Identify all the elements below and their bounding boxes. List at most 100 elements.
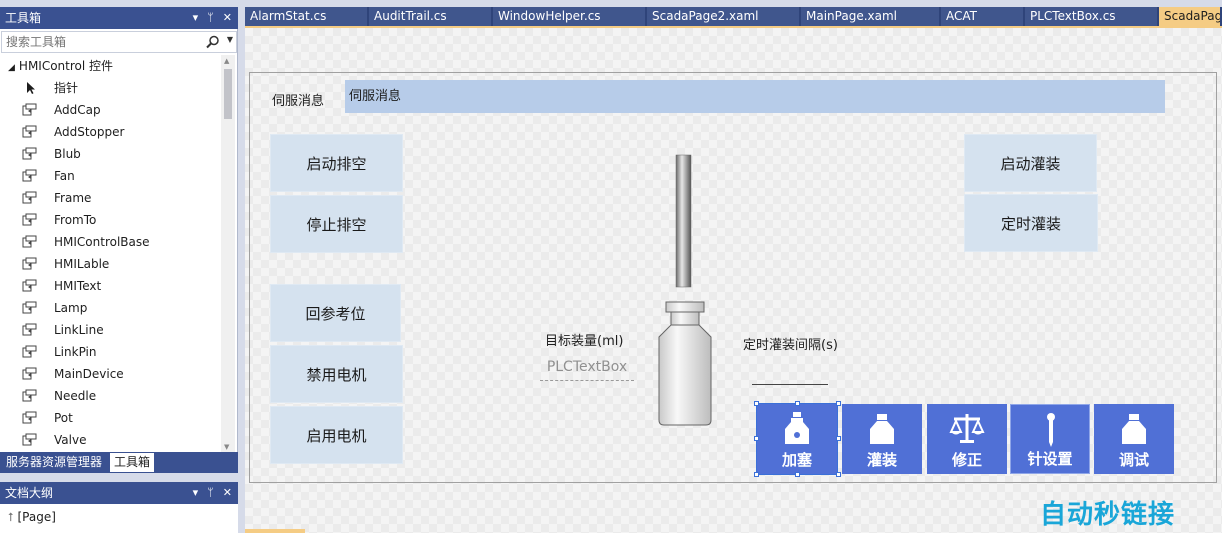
interval-input-underline[interactable]: [752, 384, 828, 385]
toolbox-title: 工具箱: [5, 11, 42, 25]
toolbox-item-label: HMILable: [54, 257, 110, 271]
toolbox-item[interactable]: Blub: [0, 143, 221, 165]
selection-handle[interactable]: [836, 472, 841, 477]
plc-textbox[interactable]: PLCTextBox: [540, 353, 634, 381]
start-exhaust-button[interactable]: 启动排空: [270, 134, 403, 192]
dropdown-icon[interactable]: ▾: [193, 7, 199, 29]
group-label: HMIControl 控件: [18, 59, 114, 73]
tab-plctextbox[interactable]: PLCTextBox.cs: [1025, 7, 1159, 26]
control-icon: [22, 257, 37, 270]
tab-audittrail[interactable]: AuditTrail.cs: [369, 7, 493, 26]
target-volume-label: 目标装量(ml): [545, 334, 624, 349]
outline-item-page[interactable]: ⭡ [Page]: [8, 510, 56, 525]
close-icon[interactable]: ✕: [223, 7, 232, 29]
toolbox-titlebar: 工具箱 ▾ ᛘ ✕: [0, 7, 238, 29]
enable-motor-button[interactable]: 启用电机: [270, 406, 403, 464]
tab-scadapage-active[interactable]: ScadaPag: [1159, 7, 1222, 26]
close-icon[interactable]: ✕: [223, 482, 232, 504]
timed-filling-button[interactable]: 定时灌装: [964, 194, 1098, 252]
control-icon: [22, 235, 37, 248]
selection-handle[interactable]: [754, 436, 759, 441]
control-icon: [22, 125, 37, 138]
tab-acat[interactable]: ACAT: [941, 7, 1025, 26]
tab-toolbox[interactable]: 工具箱: [110, 453, 155, 472]
toolbox-item[interactable]: LinkPin: [0, 341, 221, 363]
toolbox-search[interactable]: ▼: [1, 31, 237, 53]
toolbox-item-label: Needle: [54, 389, 97, 403]
outline-title: 文档大纲: [5, 486, 54, 500]
scroll-down-icon[interactable]: ▼: [224, 443, 229, 451]
bottle-icon: [1122, 414, 1146, 444]
toolbox-item[interactable]: Fan: [0, 165, 221, 187]
chevron-down-icon[interactable]: ▼: [227, 35, 233, 44]
pin-icon[interactable]: ᛘ: [207, 7, 214, 29]
bottle-cap-icon: [785, 412, 809, 444]
bottom-tab-accent: [245, 529, 305, 533]
tile-label: 修正: [951, 451, 982, 469]
pointer-icon: [27, 82, 35, 94]
needle-bottle-graphic[interactable]: [645, 153, 717, 428]
start-filling-button[interactable]: 启动灌装: [964, 134, 1097, 192]
toolbox-item-label: Pot: [54, 411, 73, 425]
home-position-button[interactable]: 回参考位: [270, 284, 401, 342]
tab-windowhelper[interactable]: WindowHelper.cs: [493, 7, 647, 26]
expand-triangle-icon[interactable]: ◢: [8, 63, 15, 73]
selection-handle[interactable]: [795, 401, 800, 406]
toolbox-item[interactable]: AddStopper: [0, 121, 221, 143]
toolbox-item-label: Blub: [54, 147, 81, 161]
toolbox-item[interactable]: HMIText: [0, 275, 221, 297]
control-icon: [22, 367, 37, 380]
control-icon: [22, 191, 37, 204]
control-icon: [22, 411, 37, 424]
pin-icon[interactable]: ᛘ: [207, 482, 214, 504]
add-cap-tile[interactable]: 加塞: [756, 403, 838, 475]
debug-tile[interactable]: 调试: [1094, 404, 1174, 474]
needle-settings-tile[interactable]: 针设置: [1010, 404, 1090, 474]
search-input[interactable]: [2, 32, 202, 52]
toolbox-group[interactable]: ◢ HMIControl 控件: [0, 55, 221, 77]
toolbox-item[interactable]: Needle: [0, 385, 221, 407]
correction-tile[interactable]: 修正: [927, 404, 1007, 474]
bottle-icon: [870, 414, 894, 444]
toolbox-item[interactable]: Valve: [0, 429, 221, 451]
filling-tile[interactable]: 灌装: [842, 404, 922, 474]
toolbox-item[interactable]: 指针: [0, 77, 221, 99]
scroll-thumb[interactable]: [224, 69, 232, 119]
toolbox-item[interactable]: MainDevice: [0, 363, 221, 385]
toolbox-item[interactable]: Lamp: [0, 297, 221, 319]
disable-motor-button[interactable]: 禁用电机: [270, 345, 403, 403]
toolbox-item[interactable]: HMILable: [0, 253, 221, 275]
interval-label: 定时灌装间隔(s): [743, 338, 838, 353]
stop-exhaust-button[interactable]: 停止排空: [270, 195, 403, 253]
selection-handle[interactable]: [836, 401, 841, 406]
servo-message-bar: 伺服消息: [345, 80, 1165, 113]
toolbox-item-label: Lamp: [54, 301, 88, 315]
toolbox-item[interactable]: HMIControlBase: [0, 231, 221, 253]
toolbox-scrollbar[interactable]: ▲ ▼: [221, 55, 235, 453]
scroll-up-icon[interactable]: ▲: [224, 57, 229, 65]
toolbox-item-label: HMIText: [54, 279, 102, 293]
toolbox-item[interactable]: FromTo: [0, 209, 221, 231]
tile-label: 调试: [1118, 451, 1149, 469]
toolbox-item[interactable]: Frame: [0, 187, 221, 209]
selection-handle[interactable]: [836, 436, 841, 441]
tab-server-explorer[interactable]: 服务器资源管理器: [2, 453, 106, 472]
tab-mainpage[interactable]: MainPage.xaml: [801, 7, 941, 26]
toolbox-item-label: Frame: [54, 191, 92, 205]
tab-alarmstat[interactable]: AlarmStat.cs: [245, 7, 369, 26]
toolbox-item-label: FromTo: [54, 213, 97, 227]
toolbox-item[interactable]: AddCap: [0, 99, 221, 121]
document-outline: ⭡ [Page]: [0, 504, 238, 533]
design-page: 伺服消息 伺服消息 启动排空 停止排空 回参考位 禁用电机 启用电机 启动灌装 …: [249, 72, 1217, 483]
search-icon[interactable]: [206, 35, 220, 49]
toolbox-item-label: LinkPin: [54, 345, 97, 359]
tab-scadapage2[interactable]: ScadaPage2.xaml: [647, 7, 801, 26]
selection-handle[interactable]: [754, 472, 759, 477]
xaml-designer: 伺服消息 伺服消息 启动排空 停止排空 回参考位 禁用电机 启用电机 启动灌装 …: [245, 28, 1222, 533]
toolbox-item[interactable]: Pot: [0, 407, 221, 429]
control-icon: [22, 301, 37, 314]
dropdown-icon[interactable]: ▾: [193, 482, 199, 504]
selection-handle[interactable]: [754, 401, 759, 406]
selection-handle[interactable]: [795, 472, 800, 477]
toolbox-item[interactable]: LinkLine: [0, 319, 221, 341]
